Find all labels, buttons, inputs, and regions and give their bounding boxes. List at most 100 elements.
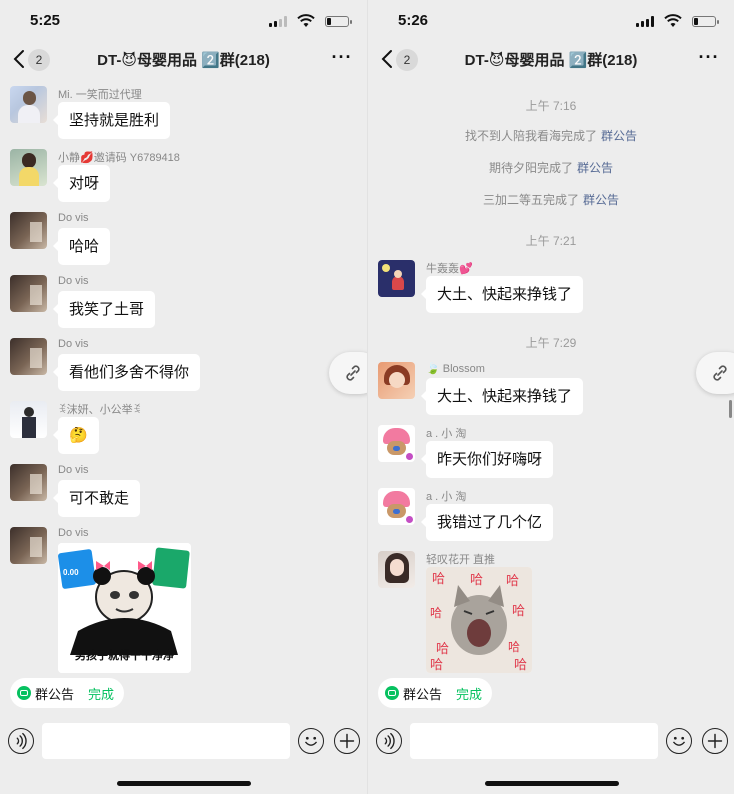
sender-name: a . 小 淘 (426, 491, 467, 503)
sender-name: a . 小 淘 (426, 428, 467, 440)
sender-name: 轻叹花开 直推 (426, 554, 496, 566)
avatar[interactable] (10, 149, 47, 186)
nav-bar: 2 DT-😈母婴用品 2️⃣群(218) ··· (368, 42, 734, 78)
message-input[interactable] (410, 723, 658, 759)
battery-icon (692, 16, 719, 27)
message-bubble[interactable]: 对呀 (52, 165, 111, 202)
link-float-button[interactable] (696, 352, 734, 394)
message-bubble[interactable]: 昨天你们好嗨呀 (420, 441, 554, 478)
wifi-icon (297, 14, 315, 27)
svg-text:哈: 哈 (514, 658, 527, 673)
unread-count-badge: 2 (28, 49, 50, 71)
back-chevron-icon[interactable] (10, 48, 30, 70)
right-screen: 5:26 2 DT-😈母婴用品 2️⃣群(218) ··· 上午 7:16 找不… (367, 0, 734, 794)
timestamp: 上午 7:21 (525, 234, 577, 248)
more-icon[interactable]: ··· (698, 48, 720, 70)
wifi-icon (664, 14, 682, 27)
message-bubble[interactable]: 我笑了土哥 (52, 291, 156, 328)
cat-laughing-sticker[interactable]: 哈 哈 哈 哈 哈 哈 哈 哈 哈 (426, 567, 532, 673)
left-screen: 5:25 2 DT-😈母婴用品 2️⃣群(218) ··· Mi. 一笑而过代理… (0, 0, 367, 794)
sender-name: ꉂ沫妍、小公举ꉂ (58, 404, 142, 416)
avatar[interactable] (378, 362, 415, 399)
notice-link[interactable]: 群公告 (577, 161, 613, 175)
scroll-indicator[interactable] (729, 400, 732, 418)
system-text: 三加二等五完成了 (482, 193, 579, 207)
avatar[interactable] (10, 527, 47, 564)
sender-name: 小静💋邀请码 Y6789418 (58, 152, 180, 164)
link-float-button[interactable] (329, 352, 367, 394)
signal-icon (636, 16, 654, 27)
notice-label: 群公告 (35, 686, 75, 702)
message-bubble[interactable]: 🤔 (53, 417, 99, 454)
sender-name: Do vis (58, 212, 89, 224)
avatar[interactable] (10, 86, 47, 123)
avatar[interactable] (10, 401, 47, 438)
svg-text:哈: 哈 (512, 604, 525, 619)
input-bar (368, 716, 734, 766)
message-bubble[interactable]: 可不敢走 (52, 480, 141, 517)
message-bubble[interactable]: 坚持就是胜利 (52, 102, 171, 139)
voice-icon[interactable] (376, 728, 402, 754)
chat-title: DT-😈母婴用品 2️⃣群(218) (97, 52, 270, 69)
svg-text:哈: 哈 (432, 572, 445, 587)
notice-status: 完成 (456, 686, 483, 702)
message-list[interactable]: 上午 7:16 找不到人陪我看海完成了 群公告 期待夕阳完成了 群公告 三加二等五完… (368, 78, 734, 674)
notice-link[interactable]: 群公告 (601, 129, 637, 143)
message-bubble[interactable]: 哈哈 (52, 228, 111, 265)
svg-text:哈: 哈 (506, 574, 519, 589)
sender-name: Do vis (58, 275, 89, 287)
more-icon[interactable]: ··· (331, 48, 353, 70)
notice-link[interactable]: 群公告 (583, 193, 619, 207)
status-time: 5:25 (30, 12, 61, 29)
timestamp: 上午 7:29 (525, 336, 577, 350)
message-bubble[interactable]: 看他们多舍不得你 (52, 354, 201, 391)
input-bar (0, 716, 367, 766)
nav-bar: 2 DT-😈母婴用品 2️⃣群(218) ··· (0, 42, 367, 78)
emoji-icon[interactable] (666, 728, 692, 754)
avatar[interactable] (378, 488, 415, 525)
system-text: 找不到人陪我看海完成了 (464, 129, 597, 143)
group-notice-chip[interactable]: 群公告 完成 (10, 678, 125, 708)
notice-label: 群公告 (403, 686, 443, 702)
message-bubble[interactable]: 我错过了几个亿 (420, 504, 554, 541)
sticker-text: 哈 (470, 572, 484, 587)
plus-icon[interactable] (702, 728, 728, 754)
home-indicator (117, 781, 251, 786)
avatar[interactable] (378, 551, 415, 588)
svg-text:哈: 哈 (508, 640, 520, 654)
svg-text:哈: 哈 (430, 658, 443, 673)
meme-sticker[interactable]: 0.00 男孩子就得干干净净 (58, 543, 191, 673)
message-list[interactable]: Mi. 一笑而过代理 坚持就是胜利 小静💋邀请码 Y6789418 对呀 Do … (0, 78, 367, 674)
status-bar: 5:26 (368, 0, 734, 42)
sender-name: Do vis (58, 464, 89, 476)
emoji-icon[interactable] (298, 728, 324, 754)
voice-icon[interactable] (8, 728, 34, 754)
avatar[interactable] (10, 338, 47, 375)
plus-icon[interactable] (334, 728, 360, 754)
message-bubble[interactable]: 大土、快起来挣钱了 (420, 378, 584, 415)
sender-name: Do vis (58, 527, 89, 539)
chat-title: DT-😈母婴用品 2️⃣群(218) (464, 52, 638, 69)
home-indicator (485, 781, 619, 786)
avatar[interactable] (378, 425, 415, 462)
avatar[interactable] (10, 275, 47, 312)
avatar[interactable] (10, 212, 47, 249)
avatar[interactable] (378, 260, 415, 297)
sender-name: Mi. 一笑而过代理 (58, 89, 142, 101)
sender-name: Do vis (58, 338, 89, 350)
group-notice-chip[interactable]: 群公告 完成 (378, 678, 493, 708)
back-chevron-icon[interactable] (378, 48, 398, 70)
signal-icon (269, 16, 287, 27)
sender-name: 🍃 Blossom (426, 363, 485, 375)
status-bar: 5:25 (0, 0, 367, 42)
avatar[interactable] (10, 464, 47, 501)
message-input[interactable] (42, 723, 290, 759)
notice-icon (385, 686, 399, 700)
message-bubble[interactable]: 大土、快起来挣钱了 (420, 276, 584, 313)
system-text: 期待夕阳完成了 (488, 161, 573, 175)
notice-chip-bar: 群公告 完成 (378, 678, 493, 708)
svg-text:哈: 哈 (430, 606, 442, 620)
notice-icon (17, 686, 31, 700)
svg-text:哈: 哈 (436, 642, 449, 657)
link-icon (346, 365, 360, 381)
